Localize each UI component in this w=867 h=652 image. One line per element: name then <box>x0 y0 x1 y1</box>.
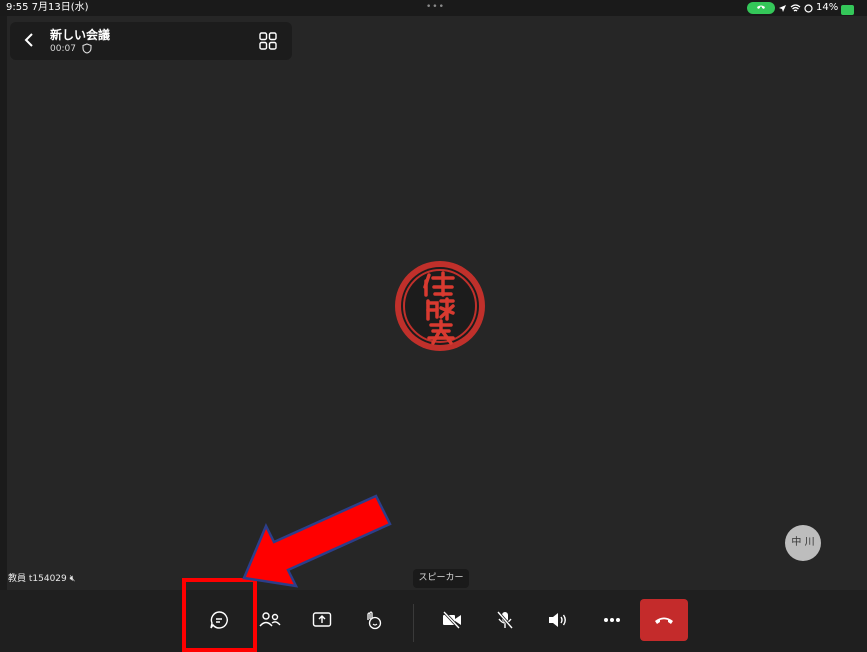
screen-lock-icon <box>804 3 813 13</box>
location-icon <box>779 4 786 12</box>
share-tray-icon <box>312 612 332 627</box>
shield-icon <box>82 43 92 54</box>
battery-icon <box>841 4 855 15</box>
camera-toggle-button[interactable] <box>434 602 470 638</box>
participants-button[interactable] <box>252 602 288 638</box>
multitasking-dots[interactable]: ••• <box>426 0 445 15</box>
side-strip <box>0 16 7 652</box>
meeting-timer: 00:07 <box>50 43 92 54</box>
back-chevron-icon[interactable] <box>24 33 34 47</box>
meeting-header: 新しい会議 00:07 <box>10 22 292 60</box>
grid-view-icon[interactable] <box>258 31 278 51</box>
more-options-button[interactable] <box>594 602 630 638</box>
active-call-pill[interactable] <box>747 2 775 14</box>
share-screen-button[interactable] <box>304 602 340 638</box>
mic-off-icon <box>496 611 514 629</box>
raise-hand-emoji-icon <box>367 611 382 630</box>
mic-muted-icon: 🔇︎ <box>69 574 76 584</box>
status-bar: 9:55 7月13日(水) ••• 14% <box>0 0 867 16</box>
meeting-toolbar <box>0 590 867 652</box>
participant-name: 教員 t154029 <box>8 574 67 584</box>
mic-toggle-button[interactable] <box>487 602 523 638</box>
reactions-button[interactable] <box>355 602 391 638</box>
status-indicators: 14% <box>778 0 855 16</box>
hanko-seal-icon <box>396 262 484 350</box>
red-arrow-annotation <box>242 494 392 588</box>
status-time: 9:55 7月13日(水) <box>6 2 89 13</box>
speaker-button[interactable] <box>540 602 576 638</box>
people-icon <box>259 612 281 627</box>
hang-up-icon <box>655 617 673 624</box>
speaker-tooltip: スピーカー <box>413 569 469 588</box>
participant-thumbnail[interactable]: 中 川 <box>785 525 821 561</box>
more-dots-icon <box>604 618 620 622</box>
timer-text: 00:07 <box>50 43 76 54</box>
meeting-title: 新しい会議 <box>50 28 111 42</box>
participant-avatar-seal <box>395 261 485 351</box>
toolbar-divider <box>413 604 414 642</box>
wifi-icon <box>790 3 801 11</box>
battery-percent: 14% <box>816 2 839 13</box>
phone-icon <box>757 5 765 9</box>
participant-name-label: 教員 t154029 🔇︎ <box>8 571 75 584</box>
speaker-icon <box>549 613 566 627</box>
camera-off-icon <box>442 611 461 629</box>
end-call-button[interactable] <box>640 599 688 641</box>
